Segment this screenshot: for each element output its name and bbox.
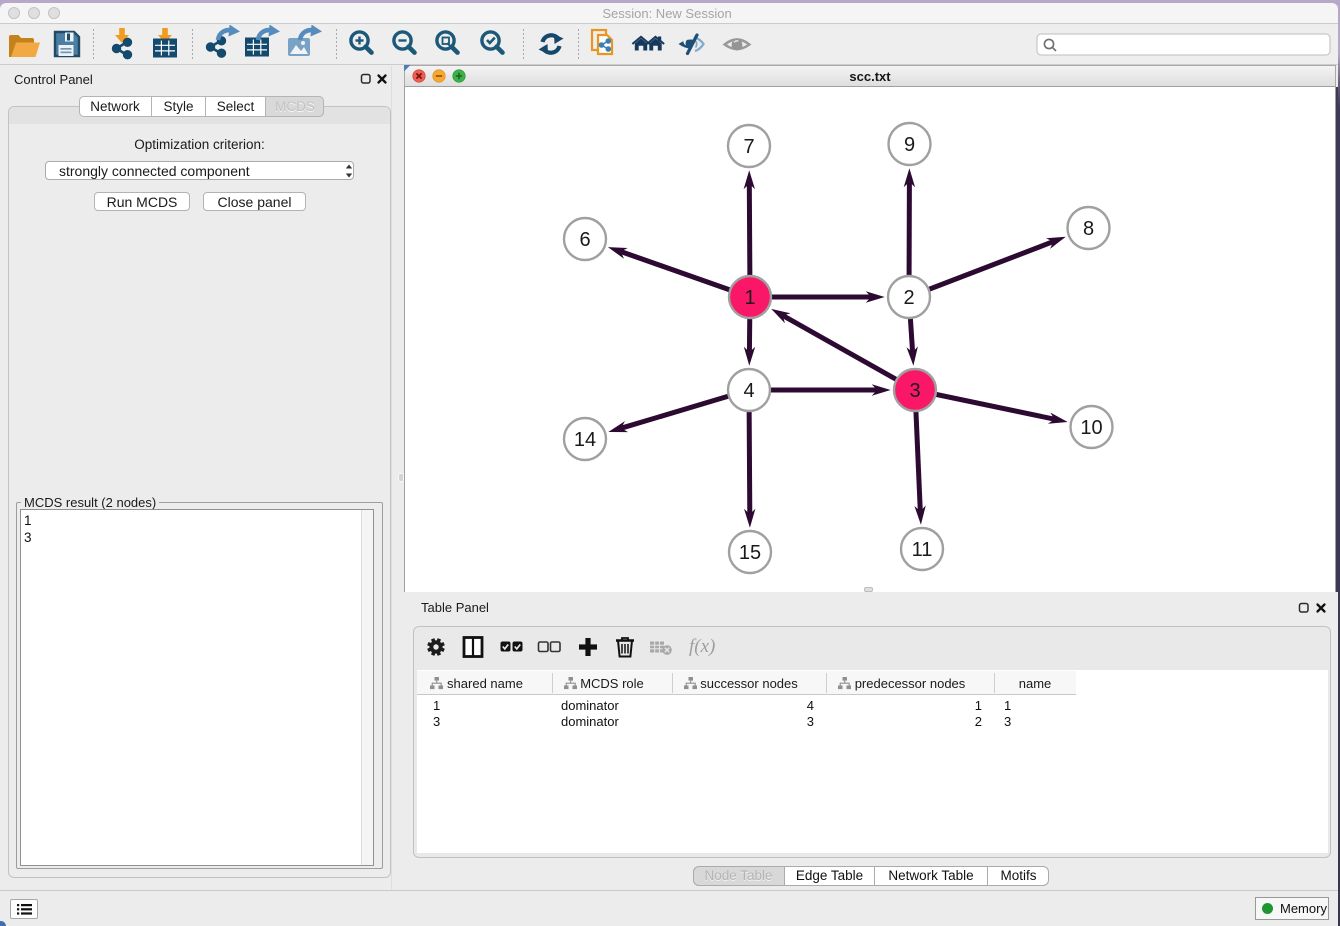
svg-text:9: 9: [904, 134, 915, 156]
svg-text:7: 7: [743, 136, 754, 158]
svg-text:8: 8: [1083, 218, 1094, 240]
svg-text:14: 14: [574, 429, 596, 451]
svg-text:4: 4: [743, 380, 754, 402]
svg-text:6: 6: [579, 229, 590, 251]
svg-text:3: 3: [909, 380, 920, 402]
svg-text:1: 1: [744, 287, 755, 309]
svg-text:10: 10: [1080, 417, 1102, 439]
svg-text:15: 15: [739, 542, 761, 564]
svg-text:11: 11: [912, 539, 933, 561]
svg-text:2: 2: [903, 287, 914, 309]
